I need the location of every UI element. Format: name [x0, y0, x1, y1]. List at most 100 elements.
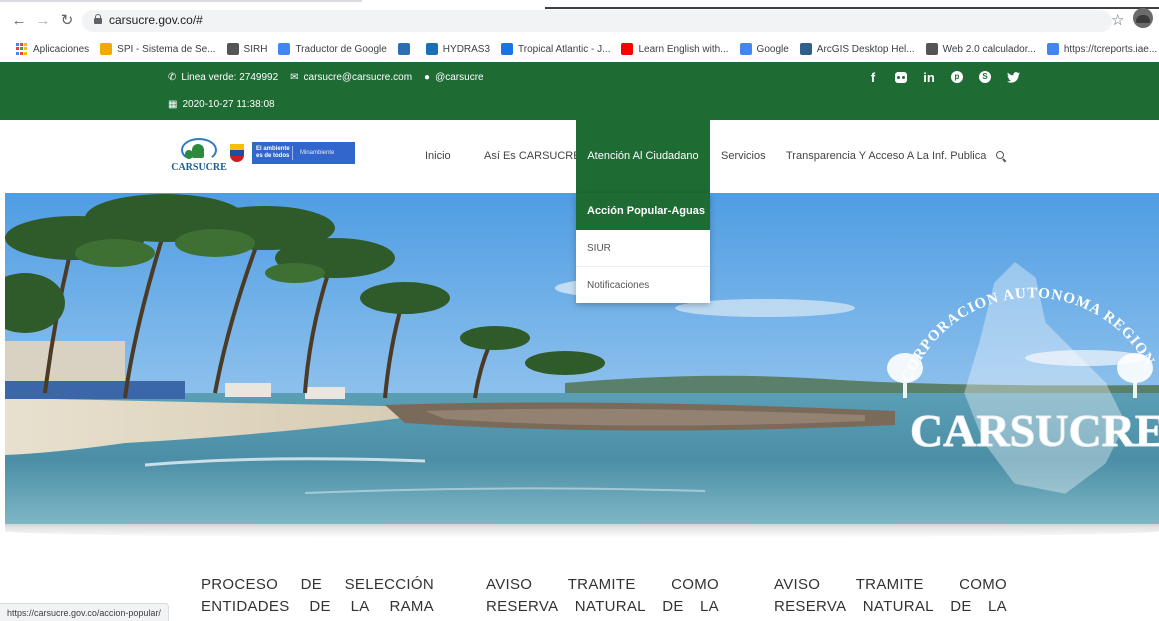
word: TRAMITE [855, 576, 924, 593]
gov-badge-left: El ambiente es de todos [256, 146, 290, 159]
handle-text[interactable]: @carsucre [435, 72, 484, 83]
word: DE [300, 576, 323, 593]
browser-chrome: ← → ↻ carsucre.gov.co/# ☆ Aplicaciones SP… [0, 0, 1159, 62]
news-3-line-2: RESERVA NATURAL DE LA [774, 596, 1007, 618]
bookmark-label: HYDRAS3 [442, 43, 491, 55]
colombia-coat-of-arms-icon [230, 144, 244, 162]
nav-item-atencion-al-ciudadano[interactable]: Atención Al Ciudadano [576, 120, 710, 193]
bookmark-label: Google [756, 43, 789, 55]
word: DE [950, 598, 972, 615]
word: SELECCIÓN [344, 576, 434, 593]
word: LA [988, 598, 1007, 615]
profile-avatar-icon[interactable] [1133, 8, 1153, 28]
bookmark-item[interactable]: HYDRAS3 [425, 43, 491, 55]
word: RESERVA [486, 598, 559, 615]
carsucre-logo[interactable]: CARSUCRE [171, 136, 227, 176]
bookmark-favicon-icon [226, 43, 239, 55]
nav-item-inicio[interactable]: Inicio [425, 120, 451, 193]
bookmark-label: Traductor de Google [295, 43, 387, 55]
bookmark-label: Web 2.0 calculador... [942, 43, 1036, 55]
site-header: CARSUCRE El ambiente es de todos Minambi… [0, 120, 1159, 193]
news-2-line-2: RESERVA NATURAL DE LA [486, 596, 719, 618]
word: LA [700, 598, 719, 615]
bookmark-item[interactable]: Web 2.0 calculador... [925, 43, 1036, 55]
bookmark-label: https://tcreports.iae... [1063, 43, 1158, 55]
word: COMO [959, 576, 1007, 593]
linkedin-icon[interactable]: in [922, 70, 936, 85]
word: RAMA [389, 598, 434, 615]
word: COMO [671, 576, 719, 593]
status-bar-url: https://carsucre.gov.co/accion-popular/ [0, 603, 169, 621]
bookmark-favicon-icon [425, 43, 438, 55]
bookmark-item[interactable]: Tropical Atlantic - J... [501, 43, 610, 55]
reload-icon[interactable]: ↻ [58, 12, 76, 30]
news-card-3[interactable]: AVISO TRAMITE COMO RESERVA NATURAL DE LA [774, 574, 1007, 618]
lock-icon[interactable] [94, 14, 102, 24]
dropdown-item-accion-popular[interactable]: Acción Popular-Aguas [576, 193, 710, 230]
word: PROCESO [201, 576, 279, 593]
bookmark-label: SPI - Sistema de Se... [117, 43, 216, 55]
pinterest-icon[interactable]: p [950, 70, 964, 84]
bookmark-label: ArcGIS Desktop Hel... [816, 43, 915, 55]
bookmark-label: SIRH [243, 43, 268, 55]
bookmark-favicon-icon [799, 43, 812, 55]
news-1-line-2: ENTIDADES DE LA RAMA [201, 596, 434, 618]
word: RESERVA [774, 598, 847, 615]
news-card-2[interactable]: AVISO TRAMITE COMO RESERVA NATURAL DE LA [486, 574, 719, 618]
date-row: ▦ 2020-10-27 11:38:08 [168, 99, 275, 110]
bookmark-item[interactable]: SPI - Sistema de Se... [100, 43, 216, 55]
social-links: f in p S [866, 70, 1020, 85]
dropdown-item-notificaciones[interactable]: Notificaciones [576, 267, 710, 304]
back-arrow-icon[interactable]: ← [10, 12, 28, 30]
site-topbar: ✆ Linea verde: 2749992 ✉ carsucre@carsuc… [0, 62, 1159, 120]
bookmark-item[interactable] [397, 43, 415, 55]
minambiente-badge[interactable]: El ambiente es de todos Minambiente [252, 142, 355, 164]
nav-item-asi-es-carsucre[interactable]: Así Es CARSUCRE [484, 120, 581, 193]
bookmark-apps[interactable]: Aplicaciones [16, 43, 89, 55]
bookmark-favicon-icon [739, 43, 752, 55]
contact-handle[interactable]: ● @carsucre [424, 72, 484, 83]
bookmark-item[interactable]: Google [739, 43, 789, 55]
word: NATURAL [862, 598, 934, 615]
bookmark-label: Tropical Atlantic - J... [518, 43, 611, 55]
tab-strip-left [0, 0, 362, 2]
skype-icon[interactable]: S [978, 70, 992, 84]
nav-item-servicios[interactable]: Servicios [721, 120, 766, 193]
dropdown-item-siur[interactable]: SIUR [576, 230, 710, 267]
bookmark-item[interactable]: ArcGIS Desktop Hel... [799, 43, 915, 55]
address-bar[interactable] [82, 10, 1112, 32]
word: ENTIDADES [201, 598, 290, 615]
news-card-1[interactable]: PROCESO DE SELECCIÓN ENTIDADES DE LA RAM… [201, 574, 434, 618]
contact-row: ✆ Linea verde: 2749992 ✉ carsucre@carsuc… [168, 72, 496, 83]
atencion-dropdown-menu: Acción Popular-Aguas SIUR Notificaciones [576, 193, 710, 303]
flickr-icon[interactable] [894, 70, 908, 84]
bookmark-star-icon[interactable]: ☆ [1111, 11, 1124, 29]
tab-strip-right [545, 7, 1159, 9]
bookmark-item[interactable]: Traductor de Google [278, 43, 387, 55]
hero-shadow [5, 524, 1159, 538]
search-icon[interactable] [996, 151, 1007, 163]
email-text[interactable]: carsucre@carsucre.com [304, 72, 413, 83]
phone-icon: ✆ [168, 72, 177, 83]
apps-grid-icon [16, 43, 28, 55]
bookmarks-bar: Aplicaciones SPI - Sistema de Se... SIRH Tr… [0, 36, 1159, 62]
logo-text: CARSUCRE [171, 162, 227, 173]
bookmark-item[interactable]: Learn English with... [621, 43, 729, 55]
contact-email[interactable]: ✉ carsucre@carsucre.com [290, 72, 412, 83]
datetime-text: 2020-10-27 11:38:08 [182, 99, 275, 110]
envelope-icon: ✉ [290, 72, 299, 83]
bookmark-favicon-icon [397, 43, 410, 55]
facebook-icon[interactable]: f [866, 70, 880, 85]
news-2-line-1: AVISO TRAMITE COMO [486, 574, 719, 596]
bookmark-item[interactable]: https://tcreports.iae... [1046, 43, 1158, 55]
word: DE [309, 598, 331, 615]
bookmark-favicon-icon [100, 43, 113, 55]
word: AVISO [774, 576, 821, 593]
word: NATURAL [574, 598, 646, 615]
twitter-icon[interactable] [1006, 70, 1020, 84]
bookmark-item[interactable]: SIRH [226, 43, 268, 55]
forward-arrow-icon[interactable]: → [34, 12, 52, 30]
nav-item-transparencia[interactable]: Transparencia Y Acceso A La Inf. Publica [786, 120, 986, 193]
bookmark-favicon-icon [925, 43, 938, 55]
url-text[interactable]: carsucre.gov.co/# [109, 13, 203, 27]
